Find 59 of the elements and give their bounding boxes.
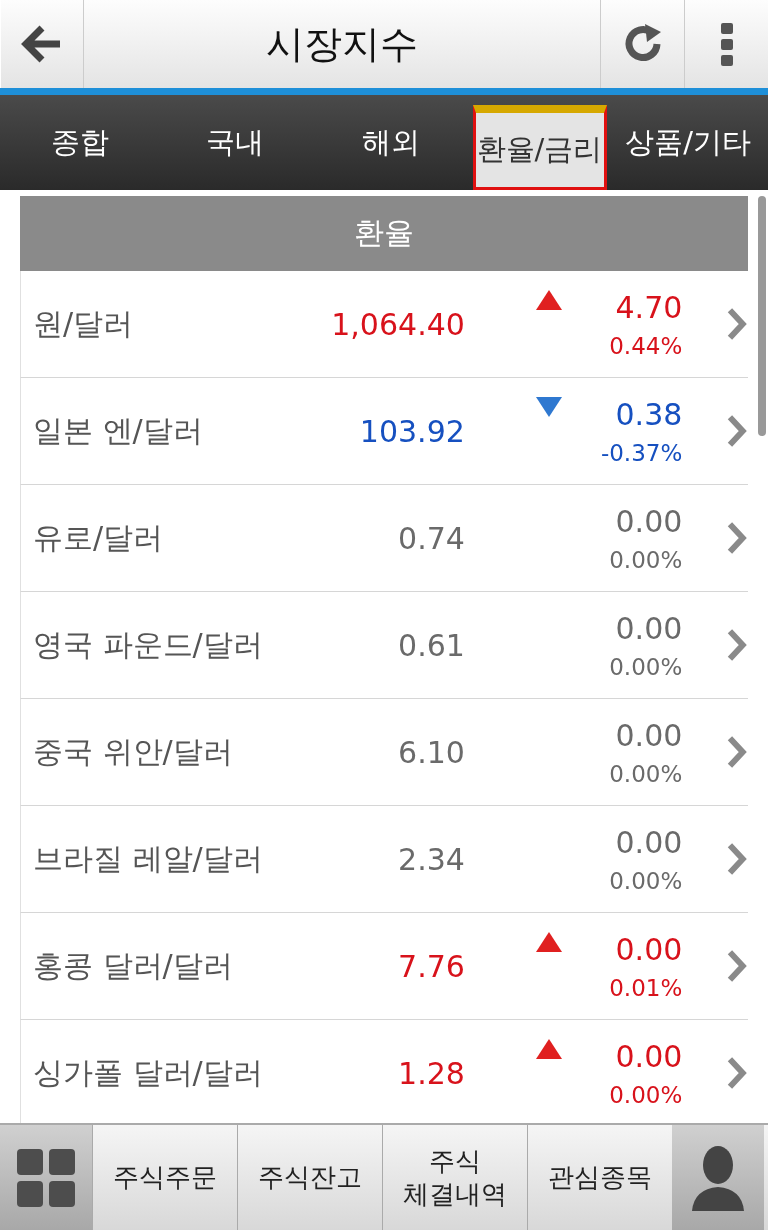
chevron-right-icon[interactable] xyxy=(726,1055,748,1091)
person-silhouette-icon xyxy=(690,1144,746,1211)
change-percent: 0.44% xyxy=(609,332,683,359)
grid-menu-button[interactable] xyxy=(0,1125,92,1230)
tab[interactable]: 국내 xyxy=(157,95,313,190)
up-triangle-icon xyxy=(535,289,564,311)
section-header: 환율 xyxy=(20,196,748,271)
change-value: 0.00 xyxy=(615,610,683,646)
change-value: 0.00 xyxy=(615,824,683,860)
profile-button[interactable] xyxy=(672,1125,764,1230)
tab[interactable]: 상품/기타 xyxy=(610,95,766,190)
change-value: 0.00 xyxy=(615,931,683,967)
change-percent: 0.00% xyxy=(609,867,683,894)
currency-pair-name: 일본 엔/달러 xyxy=(32,411,204,450)
chevron-right-icon[interactable] xyxy=(726,520,748,556)
exchange-rate-value: 0.61 xyxy=(397,627,465,663)
exchange-rate-value: 0.74 xyxy=(397,520,465,556)
chevron-right-icon[interactable] xyxy=(726,413,748,449)
tab[interactable]: 해외 xyxy=(313,95,469,190)
currency-pair-name: 원/달러 xyxy=(32,304,135,343)
up-triangle-icon xyxy=(535,1038,564,1060)
change-value: 0.00 xyxy=(615,503,683,539)
exchange-rate-value: 103.92 xyxy=(358,413,465,449)
tab[interactable]: 종합 xyxy=(2,95,158,190)
change-value: 0.00 xyxy=(615,1038,683,1074)
exchange-rate-value: 7.76 xyxy=(397,948,465,984)
exchange-rate-value: 6.10 xyxy=(397,734,465,770)
change-value: 4.70 xyxy=(615,289,683,325)
change-percent: 0.00% xyxy=(609,760,683,787)
grid-icon xyxy=(15,1146,77,1209)
shortcut-button[interactable]: 주식주문 xyxy=(92,1125,237,1230)
chevron-right-icon[interactable] xyxy=(726,306,748,342)
kebab-menu-icon xyxy=(719,22,734,66)
change-value: 0.00 xyxy=(615,717,683,753)
change-percent: 0.00% xyxy=(609,653,683,680)
chevron-right-icon[interactable] xyxy=(726,841,748,877)
change-value: 0.38 xyxy=(615,396,683,432)
exchange-rate-value: 2.34 xyxy=(397,841,465,877)
change-percent: -0.37% xyxy=(600,439,683,466)
screen-title: 시장지수 xyxy=(265,20,419,68)
currency-pair-name: 홍콩 달러/달러 xyxy=(32,946,234,985)
down-triangle-icon xyxy=(535,396,564,418)
currency-pair-name: 영국 파운드/달러 xyxy=(32,625,264,664)
change-percent: 0.01% xyxy=(609,974,683,1001)
chevron-right-icon[interactable] xyxy=(726,734,748,770)
currency-pair-name: 싱가폴 달러/달러 xyxy=(32,1053,264,1092)
up-triangle-icon xyxy=(535,931,564,953)
tab[interactable]: 환율/금리 xyxy=(472,105,607,190)
chevron-right-icon[interactable] xyxy=(726,627,748,663)
chevron-right-icon[interactable] xyxy=(726,948,748,984)
shortcut-button[interactable]: 주식잔고 xyxy=(237,1125,382,1230)
currency-pair-name: 브라질 레알/달러 xyxy=(32,839,264,878)
currency-pair-name: 유로/달러 xyxy=(32,518,165,557)
change-percent: 0.00% xyxy=(609,546,683,573)
shortcut-button[interactable]: 주식 체결내역 xyxy=(382,1125,527,1230)
exchange-rate-value: 1.28 xyxy=(397,1055,465,1091)
change-percent: 0.00% xyxy=(609,1081,683,1108)
currency-pair-name: 중국 위안/달러 xyxy=(32,732,234,771)
exchange-rate-value: 1,064.40 xyxy=(330,306,465,342)
